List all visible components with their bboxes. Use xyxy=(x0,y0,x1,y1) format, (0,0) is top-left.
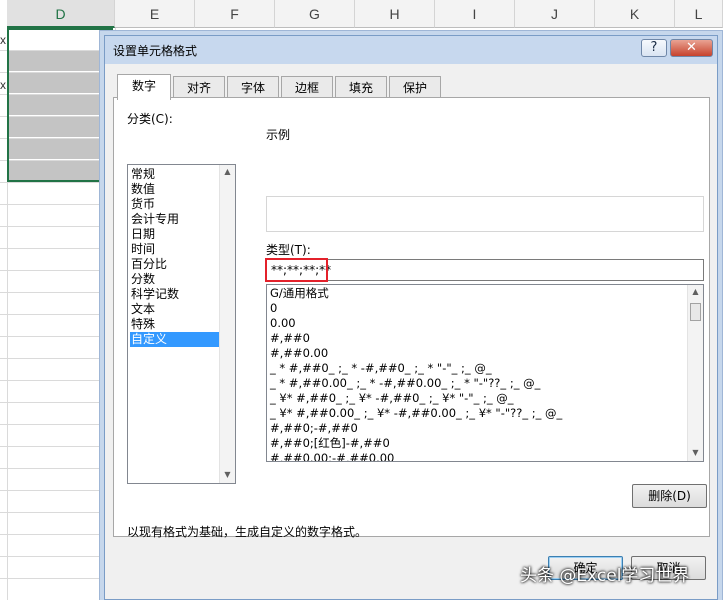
help-button[interactable]: ? xyxy=(641,39,667,57)
format-item[interactable]: #,##0 xyxy=(270,331,310,346)
scroll-up-arrow-icon[interactable]: ▲ xyxy=(220,167,235,176)
scroll-down-arrow-icon[interactable]: ▼ xyxy=(688,448,703,457)
column-header-h[interactable]: H xyxy=(355,0,435,28)
format-code-list[interactable]: G/通用格式 0 0.00 #,##0 #,##0.00 _ * #,##0_ … xyxy=(266,284,704,462)
format-item[interactable]: #,##0;[红色]-#,##0 xyxy=(270,436,390,451)
format-item[interactable]: #,##0.00 xyxy=(270,346,328,361)
sample-label: 示例 xyxy=(266,128,291,142)
category-item[interactable]: 特殊 xyxy=(130,317,219,332)
column-header-l[interactable]: L xyxy=(675,0,723,28)
tab-number[interactable]: 数字 xyxy=(117,74,171,100)
scroll-up-arrow-icon[interactable]: ▲ xyxy=(688,287,703,296)
sample-preview xyxy=(266,196,704,232)
category-scrollbar[interactable]: ▲ ▼ xyxy=(219,165,235,483)
category-item[interactable]: 日期 xyxy=(130,227,219,242)
column-header-k[interactable]: K xyxy=(595,0,675,28)
format-item[interactable]: 0 xyxy=(270,301,277,316)
format-item[interactable]: 0.00 xyxy=(270,316,296,331)
column-header-g[interactable]: G xyxy=(275,0,355,28)
close-button[interactable]: ✕ xyxy=(670,39,713,57)
format-item[interactable]: _ * #,##0_ ;_ * -#,##0_ ;_ * "-"_ ;_ @_ xyxy=(270,361,492,376)
dialog-title: 设置单元格格式 xyxy=(113,44,198,58)
tab-protection[interactable]: 保护 xyxy=(389,76,441,98)
category-item[interactable]: 会计专用 xyxy=(130,212,219,227)
tab-border[interactable]: 边框 xyxy=(281,76,333,98)
selected-cell-range[interactable] xyxy=(7,28,113,182)
format-item[interactable]: _ * #,##0.00_ ;_ * -#,##0.00_ ;_ * "-"??… xyxy=(270,376,540,391)
category-list[interactable]: 常规 数值 货币 会计专用 日期 时间 百分比 分数 科学记数 文本 特殊 自定… xyxy=(127,164,236,484)
format-item[interactable]: #,##0.00;-#,##0.00 xyxy=(270,451,394,461)
format-item[interactable]: _ ¥* #,##0.00_ ;_ ¥* -#,##0.00_ ;_ ¥* "-… xyxy=(270,406,562,421)
description-text: 以现有格式为基础，生成自定义的数字格式。 xyxy=(127,525,368,539)
column-header-i[interactable]: I xyxy=(435,0,515,28)
column-header-e[interactable]: E xyxy=(115,0,195,28)
format-item[interactable]: #,##0;-#,##0 xyxy=(270,421,358,436)
category-item[interactable]: 常规 xyxy=(130,167,219,182)
delete-button[interactable]: 删除(D) xyxy=(632,484,707,508)
category-item[interactable]: 科学记数 xyxy=(130,287,219,302)
type-label: 类型(T): xyxy=(266,243,311,257)
scroll-thumb[interactable] xyxy=(690,303,701,321)
tab-alignment[interactable]: 对齐 xyxy=(173,76,225,98)
format-cells-dialog: 设置单元格格式 ? ✕ 数字 对齐 字体 边框 填充 保护 分类(C): 常规 … xyxy=(104,35,718,600)
category-item[interactable]: 百分比 xyxy=(130,257,219,272)
dialog-titlebar[interactable]: 设置单元格格式 ? ✕ xyxy=(105,36,717,64)
number-tab-panel: 分类(C): 常规 数值 货币 会计专用 日期 时间 百分比 分数 科学记数 文… xyxy=(113,97,710,539)
scroll-down-arrow-icon[interactable]: ▼ xyxy=(220,470,235,479)
format-list-scrollbar[interactable]: ▲ ▼ xyxy=(687,285,703,461)
watermark-text: 头条 @Excel学习世界 xyxy=(520,566,690,586)
format-item[interactable]: G/通用格式 xyxy=(270,286,329,301)
column-header-j[interactable]: J xyxy=(515,0,595,28)
cell-fragment: x xyxy=(0,78,6,92)
category-item[interactable]: 文本 xyxy=(130,302,219,317)
column-header-f[interactable]: F xyxy=(195,0,275,28)
format-item[interactable]: _ ¥* #,##0_ ;_ ¥* -#,##0_ ;_ ¥* "-"_ ;_ … xyxy=(270,391,514,406)
category-label: 分类(C): xyxy=(127,112,173,126)
tab-fill[interactable]: 填充 xyxy=(335,76,387,98)
category-item[interactable]: 分数 xyxy=(130,272,219,287)
category-item[interactable]: 时间 xyxy=(130,242,219,257)
category-item-selected[interactable]: 自定义 xyxy=(130,332,219,347)
column-header-d[interactable]: D xyxy=(7,0,115,28)
category-item[interactable]: 数值 xyxy=(130,182,219,197)
type-input[interactable] xyxy=(266,259,704,281)
category-item[interactable]: 货币 xyxy=(130,197,219,212)
tab-font[interactable]: 字体 xyxy=(227,76,279,98)
cell-fragment: x xyxy=(0,33,6,47)
